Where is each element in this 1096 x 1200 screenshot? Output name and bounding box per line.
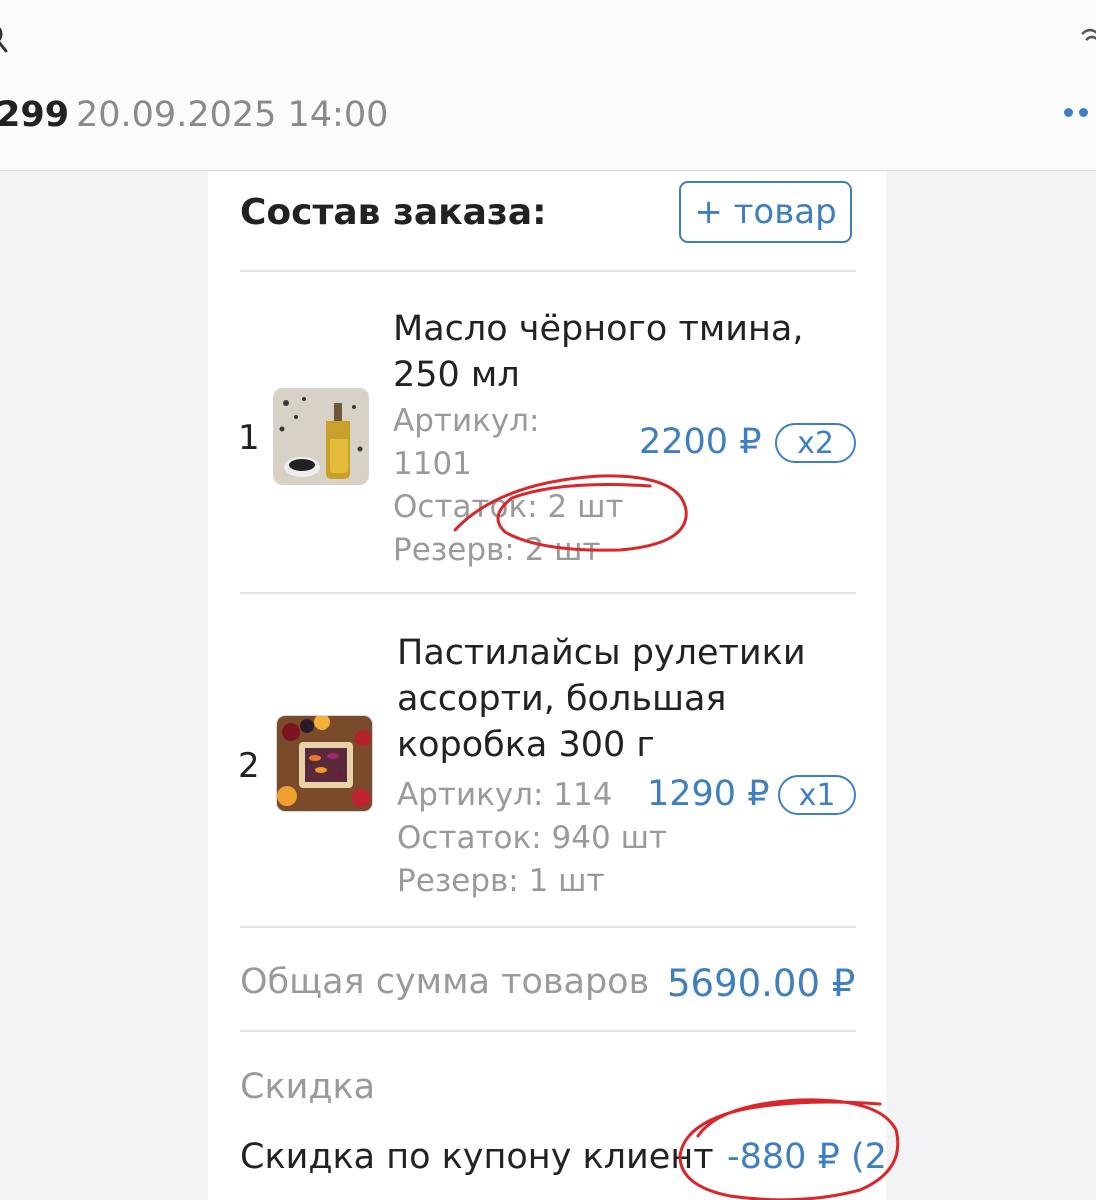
reserve-text: Резерв: 1 шт — [397, 863, 605, 899]
sku-text: Артикул: 114 — [397, 777, 613, 813]
product-name: Масло чёрного тмина, 250 мл — [393, 306, 833, 398]
item-price: 2200 ₽ — [639, 422, 762, 462]
total-value: 5690.00 ₽ — [667, 962, 856, 1005]
item-index: 2 — [238, 746, 260, 786]
divider — [240, 592, 856, 594]
add-product-button[interactable]: + товар — [679, 181, 852, 243]
divider — [240, 926, 856, 928]
product-name-line: Пастилайсы рулетики — [397, 633, 806, 673]
item-index: 1 — [238, 418, 260, 458]
item-qty-badge[interactable]: x1 — [778, 775, 856, 815]
item-price: 1290 ₽ — [647, 774, 770, 814]
divider — [240, 270, 856, 272]
product-image-pastila-rolls[interactable] — [277, 716, 372, 811]
wifi-icon — [1081, 28, 1096, 41]
item-qty-badge[interactable]: x2 — [775, 423, 856, 463]
product-name-line: 250 мл — [393, 355, 520, 395]
product-name-line: ассорти, большая — [397, 679, 727, 719]
reserve-text: Резерв: 2 шт — [393, 532, 601, 568]
total-label: Общая сумма товаров — [240, 962, 650, 1002]
product-name-line: Масло чёрного тмина, — [393, 309, 804, 349]
search-icon[interactable] — [0, 22, 12, 58]
product-image-black-cumin-oil[interactable] — [274, 389, 368, 484]
divider — [240, 1030, 856, 1032]
product-sku: Артикул: 114 Остаток: 940 шт Резерв: 1 ш… — [397, 774, 667, 903]
coupon-discount-label: Скидка по купону клиент — [240, 1137, 714, 1177]
coupon-discount-value: -880 ₽ (2 — [727, 1137, 887, 1177]
product-name-line: коробка 300 г — [397, 725, 655, 765]
sku-value: 1101 — [393, 446, 472, 482]
stock-text: Остаток: 2 шт — [393, 489, 624, 525]
order-datetime: 20.09.2025 14:00 — [76, 95, 389, 135]
order-number: 299 — [0, 95, 70, 135]
order-header-bar: 299 20.09.2025 14:00 — [0, 0, 1096, 171]
stock-text: Остаток: 940 шт — [397, 820, 667, 856]
discount-title: Скидка — [240, 1067, 376, 1107]
product-sku: Артикул: 1101 Остаток: 2 шт Резерв: 2 шт — [393, 400, 624, 572]
section-title: Состав заказа: — [240, 192, 547, 233]
product-name: Пастилайсы рулетики ассорти, большая кор… — [397, 630, 837, 768]
more-dots-icon[interactable] — [1064, 108, 1088, 117]
sku-label: Артикул: — [393, 403, 540, 439]
